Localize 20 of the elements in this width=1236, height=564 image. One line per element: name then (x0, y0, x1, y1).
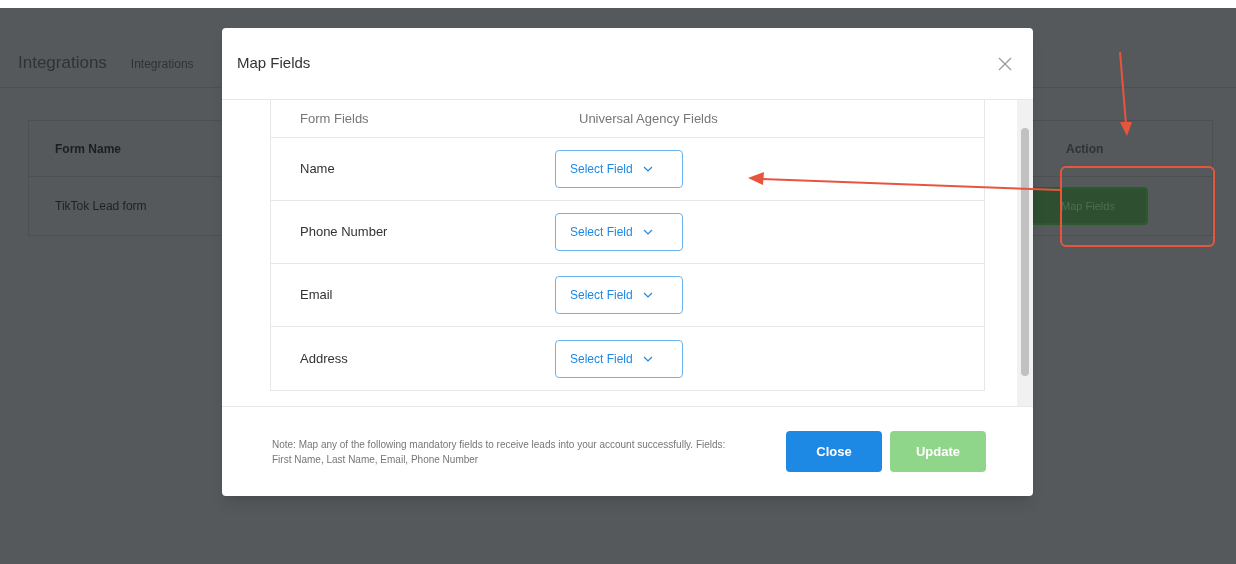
select-field-dropdown[interactable]: Select Field (555, 150, 683, 188)
field-label: Phone Number (300, 223, 389, 242)
column-header: Form Fields (300, 109, 370, 128)
scrollbar[interactable] (1017, 100, 1033, 406)
close-button[interactable]: Close (786, 431, 882, 472)
dialog-title: Map Fields (237, 53, 311, 74)
chevron-down-icon (642, 166, 653, 172)
chevron-down-icon (642, 355, 653, 362)
close-icon[interactable] (998, 56, 1012, 71)
chevron-down-icon (642, 229, 653, 235)
chevron-down-icon (642, 292, 653, 298)
note-text: Note: Map any of the following mandatory fields to receive leads into your account successfully. Fields: First Name, Last Name, Email, Phone Number (272, 437, 727, 467)
select-field-dropdown[interactable]: Select Field (555, 276, 683, 314)
select-field-dropdown[interactable]: Select Field (555, 339, 683, 378)
select-field-dropdown[interactable]: Select Field (555, 213, 683, 251)
field-label: Address (300, 349, 349, 368)
column-header: Universal Agency Fields (579, 109, 718, 128)
field-label: Email (300, 286, 334, 305)
column-header: Form Name (55, 140, 123, 158)
field-label: Name (300, 160, 336, 179)
